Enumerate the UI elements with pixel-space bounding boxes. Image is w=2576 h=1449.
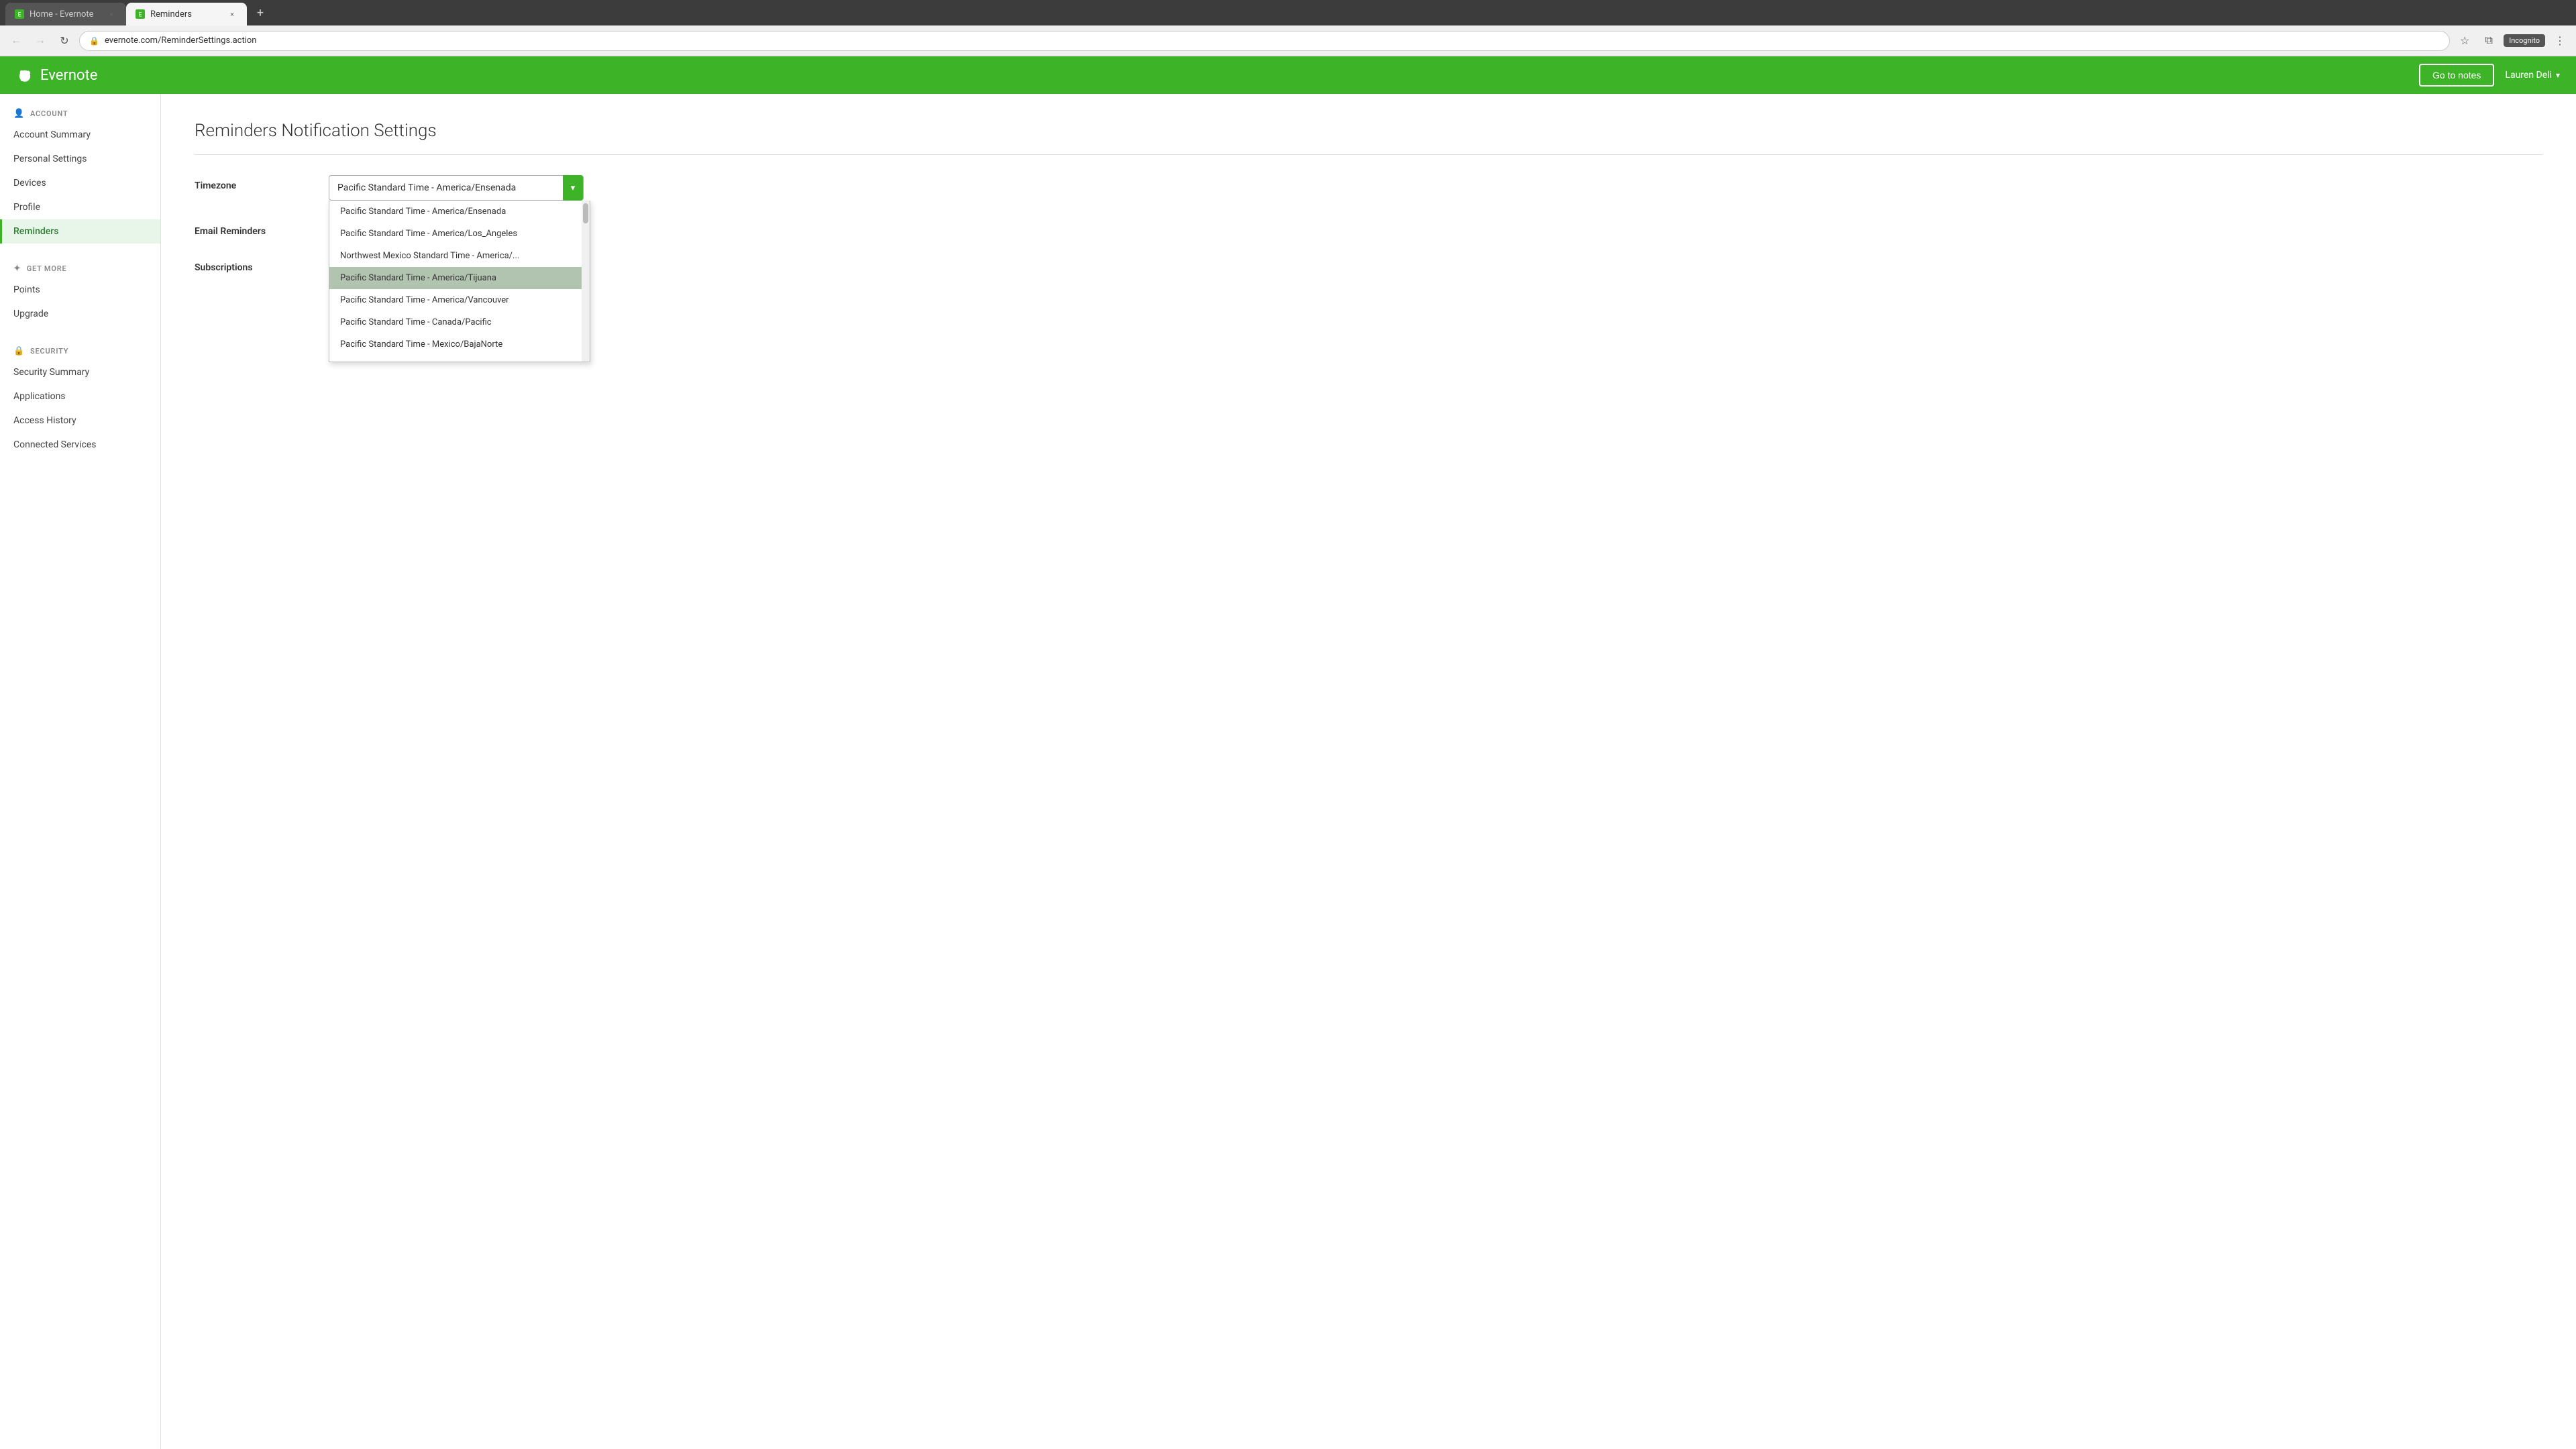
main-layout: 👤 ACCOUNT Account Summary Personal Setti… xyxy=(0,94,2576,1449)
timezone-selected-value: Pacific Standard Time - America/Ensenada xyxy=(337,182,516,193)
sidebar-section-security-header: 🔒 SECURITY xyxy=(0,342,160,360)
menu-button[interactable]: ⋮ xyxy=(2551,32,2569,50)
tab-2-label: Reminders xyxy=(150,9,192,19)
url-text: evernote.com/ReminderSettings.action xyxy=(105,36,257,46)
star-button[interactable]: ☆ xyxy=(2455,32,2474,50)
sidebar-item-access-history[interactable]: Access History xyxy=(0,409,160,433)
dropdown-arrow-icon: ▾ xyxy=(563,175,583,201)
svg-text:E: E xyxy=(18,12,21,19)
timezone-option-4[interactable]: Pacific Standard Time - America/Tijuana xyxy=(329,267,590,289)
tab-1-label: Home - Evernote xyxy=(30,9,94,19)
security-section-label: SECURITY xyxy=(30,347,68,356)
browser-tab-2[interactable]: E Reminders × xyxy=(126,3,247,25)
sidebar-item-profile[interactable]: Profile xyxy=(0,195,160,219)
evernote-favicon-2: E xyxy=(136,9,145,19)
back-button[interactable]: ← xyxy=(7,32,25,50)
timezone-section: Timezone Pacific Standard Time - America… xyxy=(195,175,2542,201)
timezone-dropdown-menu: Pacific Standard Time - America/Ensenada… xyxy=(329,201,590,362)
timezone-option-5[interactable]: Pacific Standard Time - America/Vancouve… xyxy=(329,289,590,311)
refresh-button[interactable]: ↻ xyxy=(55,32,74,50)
page-divider xyxy=(195,154,2542,155)
incognito-badge: Incognito xyxy=(2504,34,2545,47)
get-more-section-icon: ✦ xyxy=(13,264,21,274)
sidebar-section-get-more: ✦ GET MORE Points Upgrade xyxy=(0,249,160,331)
timezone-label: Timezone xyxy=(195,175,329,191)
go-to-notes-button[interactable]: Go to notes xyxy=(2419,64,2494,87)
sidebar-section-security: 🔒 SECURITY Security Summary Applications… xyxy=(0,331,160,462)
email-reminders-label: Email Reminders xyxy=(195,221,329,237)
app-container: Evernote Go to notes Lauren Deli ▾ 👤 ACC… xyxy=(0,56,2576,1449)
sidebar-item-reminders[interactable]: Reminders xyxy=(0,219,160,244)
subscriptions-label: Subscriptions xyxy=(195,257,329,273)
sidebar-item-security-summary[interactable]: Security Summary xyxy=(0,360,160,384)
page-title: Reminders Notification Settings xyxy=(195,121,2542,141)
user-menu[interactable]: Lauren Deli ▾ xyxy=(2505,70,2560,80)
sidebar-item-devices[interactable]: Devices xyxy=(0,171,160,195)
sidebar-section-account: 👤 ACCOUNT Account Summary Personal Setti… xyxy=(0,94,160,249)
forward-button[interactable]: → xyxy=(31,32,50,50)
browser-chrome: E Home - Evernote × E Reminders × + ← → … xyxy=(0,0,2576,56)
evernote-elephant-icon xyxy=(16,66,34,84)
get-more-section-label: GET MORE xyxy=(27,264,67,273)
svg-text:E: E xyxy=(139,12,142,19)
dropdown-scrollbar-thumb xyxy=(583,203,588,223)
timezone-option-8[interactable]: Pacific Standard Time - PST xyxy=(329,356,590,362)
main-content: Reminders Notification Settings Timezone… xyxy=(161,94,2576,1449)
dropdown-scrollbar[interactable] xyxy=(582,201,590,362)
timezone-option-7[interactable]: Pacific Standard Time - Mexico/BajaNorte xyxy=(329,333,590,356)
timezone-option-6[interactable]: Pacific Standard Time - Canada/Pacific xyxy=(329,311,590,333)
timezone-option-2[interactable]: Pacific Standard Time - America/Los_Ange… xyxy=(329,223,590,245)
user-menu-chevron: ▾ xyxy=(2556,70,2560,80)
address-bar[interactable]: 🔒 evernote.com/ReminderSettings.action xyxy=(79,31,2450,51)
sidebar-section-account-header: 👤 ACCOUNT xyxy=(0,105,160,123)
timezone-dropdown-wrapper: Pacific Standard Time - America/Ensenada… xyxy=(329,175,584,201)
sidebar-item-applications[interactable]: Applications xyxy=(0,384,160,409)
evernote-favicon-1: E xyxy=(15,9,24,19)
sidebar-item-account-summary[interactable]: Account Summary xyxy=(0,123,160,147)
tab-1-close[interactable]: × xyxy=(106,9,117,19)
browser-toolbar: ← → ↻ 🔒 evernote.com/ReminderSettings.ac… xyxy=(0,25,2576,56)
header-actions: Go to notes Lauren Deli ▾ xyxy=(2419,64,2560,87)
logo-text: Evernote xyxy=(40,67,97,84)
sidebar-section-get-more-header: ✦ GET MORE xyxy=(0,260,160,278)
timezone-select-button[interactable]: Pacific Standard Time - America/Ensenada… xyxy=(329,175,584,201)
account-section-label: ACCOUNT xyxy=(30,109,68,118)
timezone-dropdown-scroll[interactable]: Pacific Standard Time - America/Ensenada… xyxy=(329,201,590,362)
browser-tabs: E Home - Evernote × E Reminders × + xyxy=(0,0,2576,25)
account-section-icon: 👤 xyxy=(13,109,25,119)
evernote-logo: Evernote xyxy=(16,66,97,84)
split-button[interactable]: ⧉ xyxy=(2479,32,2498,50)
add-tab-button[interactable]: + xyxy=(251,3,270,22)
user-name: Lauren Deli xyxy=(2505,70,2552,80)
lock-icon: 🔒 xyxy=(89,36,99,46)
browser-tab-1[interactable]: E Home - Evernote × xyxy=(5,3,126,25)
security-section-icon: 🔒 xyxy=(13,346,25,356)
timezone-option-3[interactable]: Northwest Mexico Standard Time - America… xyxy=(329,245,590,267)
tab-2-close[interactable]: × xyxy=(227,9,237,19)
sidebar-item-upgrade[interactable]: Upgrade xyxy=(0,302,160,326)
sidebar-item-personal-settings[interactable]: Personal Settings xyxy=(0,147,160,171)
app-header: Evernote Go to notes Lauren Deli ▾ xyxy=(0,56,2576,94)
sidebar: 👤 ACCOUNT Account Summary Personal Setti… xyxy=(0,94,161,1449)
timezone-option-1[interactable]: Pacific Standard Time - America/Ensenada xyxy=(329,201,590,223)
sidebar-item-points[interactable]: Points xyxy=(0,278,160,302)
sidebar-item-connected-services[interactable]: Connected Services xyxy=(0,433,160,457)
